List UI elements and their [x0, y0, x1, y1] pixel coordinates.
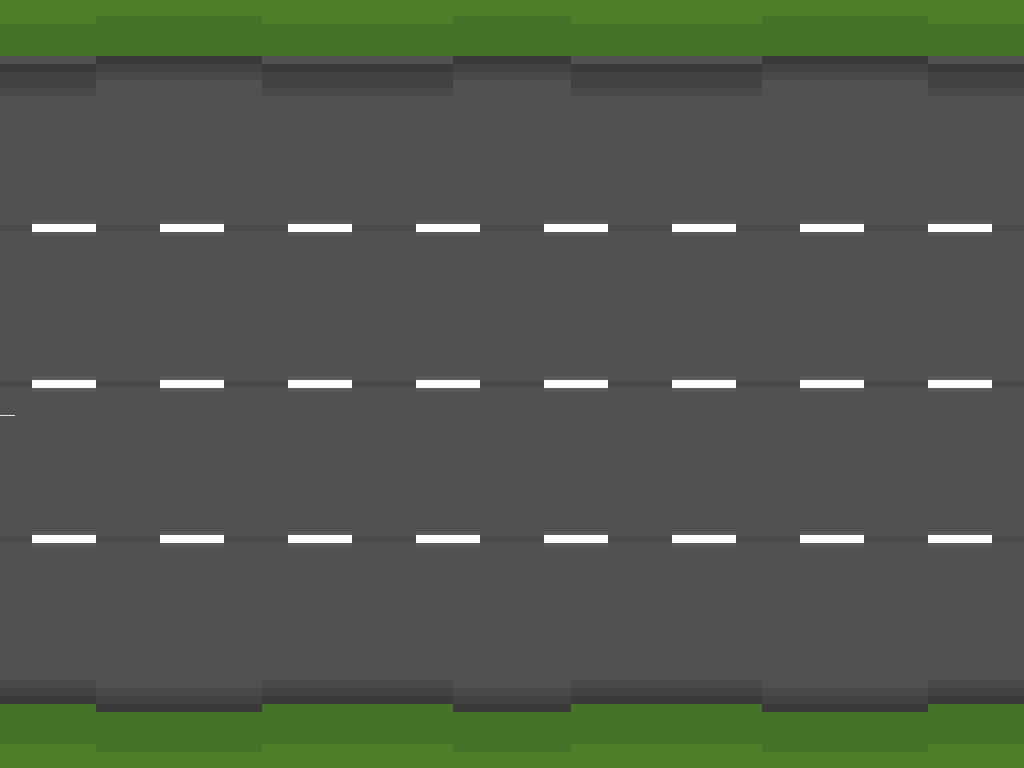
- curb-band: [0, 72, 96, 88]
- curb-band: [571, 696, 762, 704]
- lane-dash: [800, 380, 864, 388]
- curb-band: [0, 696, 96, 704]
- curb-band: [262, 64, 453, 72]
- grass-shade: [928, 704, 1024, 744]
- curb-band: [96, 72, 262, 80]
- curb-band: [96, 688, 262, 696]
- curb-band: [453, 688, 571, 696]
- lane-dash: [672, 535, 736, 543]
- curb-band: [571, 64, 762, 72]
- lane-dash: [160, 224, 224, 232]
- curb-band: [0, 680, 96, 688]
- curb-band: [928, 88, 1024, 96]
- curb-band: [96, 64, 262, 72]
- curb-band: [96, 704, 262, 712]
- lane-dash: [928, 224, 992, 232]
- grass-shade: [762, 712, 928, 752]
- lane-dash: [288, 380, 352, 388]
- lane-dash: [160, 380, 224, 388]
- curb-band: [262, 88, 453, 96]
- curb-band: [453, 64, 571, 72]
- curb-band: [453, 704, 571, 712]
- curb-band: [571, 88, 762, 96]
- lane-dash: [544, 535, 608, 543]
- curb-band: [928, 696, 1024, 704]
- grass-shade: [262, 704, 453, 744]
- lane-dash: [32, 224, 96, 232]
- lane-dash: [288, 224, 352, 232]
- lane-dash: [672, 380, 736, 388]
- curb-band: [928, 64, 1024, 72]
- grass-shade: [453, 712, 571, 752]
- lane-seam: [0, 536, 1024, 542]
- curb-band: [762, 696, 928, 704]
- edge-marker: [0, 415, 15, 416]
- curb-band: [571, 72, 762, 88]
- curb-band: [762, 56, 928, 64]
- lane-dash: [544, 224, 608, 232]
- grass-shade: [96, 16, 262, 56]
- lane-dash: [160, 535, 224, 543]
- curb-band: [262, 696, 453, 704]
- lane-dash: [928, 535, 992, 543]
- lane-dash: [928, 380, 992, 388]
- lane-dash: [800, 224, 864, 232]
- curb-band: [762, 688, 928, 696]
- curb-band: [571, 680, 762, 688]
- curb-band: [453, 696, 571, 704]
- grass-shade: [96, 712, 262, 752]
- curb-band: [453, 72, 571, 80]
- lane-dash: [32, 380, 96, 388]
- lane-dash: [288, 535, 352, 543]
- lane-seam: [0, 225, 1024, 231]
- curb-band: [96, 56, 262, 64]
- curb-band: [262, 72, 453, 88]
- curb-band: [928, 680, 1024, 688]
- curb-band: [928, 72, 1024, 88]
- lane-dash: [800, 535, 864, 543]
- lane-dash: [416, 224, 480, 232]
- lane-dash: [544, 380, 608, 388]
- lane-dash: [32, 535, 96, 543]
- lane-dash: [416, 380, 480, 388]
- lane-dash: [416, 535, 480, 543]
- curb-band: [453, 56, 571, 64]
- grass-shade: [453, 16, 571, 56]
- game-scene: [0, 0, 1024, 768]
- grass-shade: [762, 16, 928, 56]
- curb-band: [262, 680, 453, 688]
- curb-band: [0, 88, 96, 96]
- curb-band: [762, 704, 928, 712]
- lane-dash: [672, 224, 736, 232]
- grass-shade: [0, 704, 96, 744]
- lane-seam: [0, 381, 1024, 387]
- curb-band: [762, 64, 928, 72]
- grass-shade: [571, 704, 762, 744]
- curb-band: [762, 72, 928, 80]
- curb-band: [96, 696, 262, 704]
- curb-band: [0, 64, 96, 72]
